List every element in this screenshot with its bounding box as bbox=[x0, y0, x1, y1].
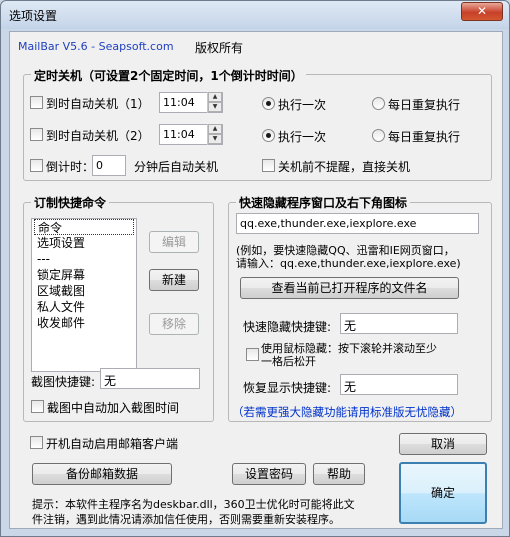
shutdown2-checkbox[interactable] bbox=[30, 128, 43, 141]
help-button[interactable]: 帮助 bbox=[313, 463, 365, 485]
shutdown1-label: 到时自动关机（1） bbox=[46, 97, 150, 111]
screenshot-hotkey-input[interactable]: 无 bbox=[100, 368, 200, 389]
new-command-button[interactable]: 新建 bbox=[149, 269, 199, 291]
hide-hint-line2: 请输入：qq.exe,thunder.exe,iexplore.exe) bbox=[236, 257, 461, 270]
list-item[interactable]: --- bbox=[32, 251, 136, 267]
ok-button[interactable]: 确定 bbox=[399, 462, 487, 524]
options-window: 选项设置 ✕ MailBar V5.6 - Seapsoft.com 版权所有 … bbox=[0, 0, 510, 537]
dialog-body: MailBar V5.6 - Seapsoft.com 版权所有 定时关机（可设… bbox=[9, 31, 503, 529]
shutdown1-once-radio[interactable] bbox=[262, 97, 275, 110]
list-item[interactable]: 命令 bbox=[34, 219, 134, 235]
list-item[interactable]: 锁定屏幕 bbox=[32, 267, 136, 283]
list-item[interactable]: 私人文件 bbox=[32, 299, 136, 315]
cancel-button[interactable]: 取消 bbox=[399, 433, 487, 455]
title-bar[interactable]: 选项设置 ✕ bbox=[1, 1, 509, 29]
screenshot-hotkey-label: 截图快捷键: bbox=[31, 375, 96, 389]
view-open-programs-button[interactable]: 查看当前已打开程序的文件名 bbox=[240, 277, 459, 299]
remove-command-button[interactable]: 移除 bbox=[149, 313, 199, 335]
edit-command-button[interactable]: 编辑 bbox=[149, 231, 199, 253]
startup-label: 开机自动启用邮箱客户端 bbox=[46, 437, 179, 451]
screenshot-time-checkbox[interactable] bbox=[31, 400, 44, 413]
shutdown2-once-label: 执行一次 bbox=[278, 130, 327, 144]
close-button[interactable]: ✕ bbox=[461, 2, 503, 21]
screenshot-time-label: 截图中自动加入截图时间 bbox=[47, 401, 180, 415]
shutdown1-checkbox[interactable] bbox=[30, 96, 43, 109]
list-item[interactable]: 收发邮件 bbox=[32, 315, 136, 331]
mouse-hide-checkbox[interactable] bbox=[246, 348, 259, 361]
shutdown1-daily-label: 每日重复执行 bbox=[388, 98, 461, 112]
countdown-suffix: 分钟后自动关机 bbox=[134, 160, 219, 174]
shutdown2-daily-radio[interactable] bbox=[372, 129, 385, 142]
shutdown2-daily-label: 每日重复执行 bbox=[388, 130, 461, 144]
shutdown1-daily-radio[interactable] bbox=[372, 97, 385, 110]
upgrade-notice: （若需更强大隐藏功能请用标准版无忧隐藏） bbox=[232, 405, 462, 419]
restore-hotkey-input[interactable]: 无 bbox=[340, 374, 458, 395]
tip-line2: 件注销，遇到此情况请添加信任使用，否则需要重新安装程序。 bbox=[32, 513, 340, 526]
shutdown1-time-spinner[interactable]: ▲ ▼ bbox=[207, 92, 222, 113]
copyright-label: 版权所有 bbox=[195, 41, 244, 55]
shutdown-group-title: 定时关机（可设置2个固定时间，1个倒计时时间） bbox=[31, 67, 306, 84]
startup-checkbox[interactable] bbox=[30, 436, 43, 449]
no-prompt-checkbox[interactable] bbox=[262, 159, 275, 172]
hide-hotkey-input[interactable]: 无 bbox=[340, 313, 458, 334]
spin-down-icon[interactable]: ▼ bbox=[208, 102, 222, 112]
countdown-input[interactable]: 0 bbox=[92, 155, 126, 176]
window-title: 选项设置 bbox=[9, 9, 58, 23]
shutdown2-time-spinner[interactable]: ▲ ▼ bbox=[207, 124, 222, 145]
shutdown2-label: 到时自动关机（2） bbox=[46, 129, 150, 143]
hide-programs-input[interactable]: qq.exe,thunder.exe,iexplore.exe bbox=[236, 213, 479, 234]
commands-group-title: 订制快捷命令 bbox=[31, 194, 110, 211]
countdown-label: 倒计时： bbox=[46, 160, 95, 174]
restore-hotkey-label: 恢复显示快捷键: bbox=[243, 381, 332, 395]
countdown-checkbox[interactable] bbox=[30, 159, 43, 172]
spin-up-icon[interactable]: ▲ bbox=[208, 92, 222, 102]
shutdown1-once-label: 执行一次 bbox=[278, 98, 327, 112]
spin-up-icon[interactable]: ▲ bbox=[208, 124, 222, 134]
tip-line1: 提示：本软件主程序名为deskbar.dll，360卫士优化时可能将此文 bbox=[32, 498, 355, 511]
hide-hotkey-label: 快速隐藏快捷键: bbox=[243, 320, 332, 334]
command-list[interactable]: 命令 选项设置 --- 锁定屏幕 区域截图 私人文件 收发邮件 bbox=[31, 218, 137, 372]
spin-down-icon[interactable]: ▼ bbox=[208, 134, 222, 144]
list-item[interactable]: 区域截图 bbox=[32, 283, 136, 299]
hide-group-title: 快速隐藏程序窗口及右下角图标 bbox=[236, 194, 411, 211]
list-item[interactable]: 选项设置 bbox=[32, 235, 136, 251]
set-password-button[interactable]: 设置密码 bbox=[232, 463, 306, 485]
product-version: MailBar V5.6 - Seapsoft.com bbox=[18, 40, 174, 53]
no-prompt-label: 关机前不提醒，直接关机 bbox=[278, 160, 411, 174]
backup-mailbox-button[interactable]: 备份邮箱数据 bbox=[32, 463, 172, 485]
mouse-hide-label-line2: 一格后松开 bbox=[261, 355, 316, 368]
shutdown2-once-radio[interactable] bbox=[262, 129, 275, 142]
